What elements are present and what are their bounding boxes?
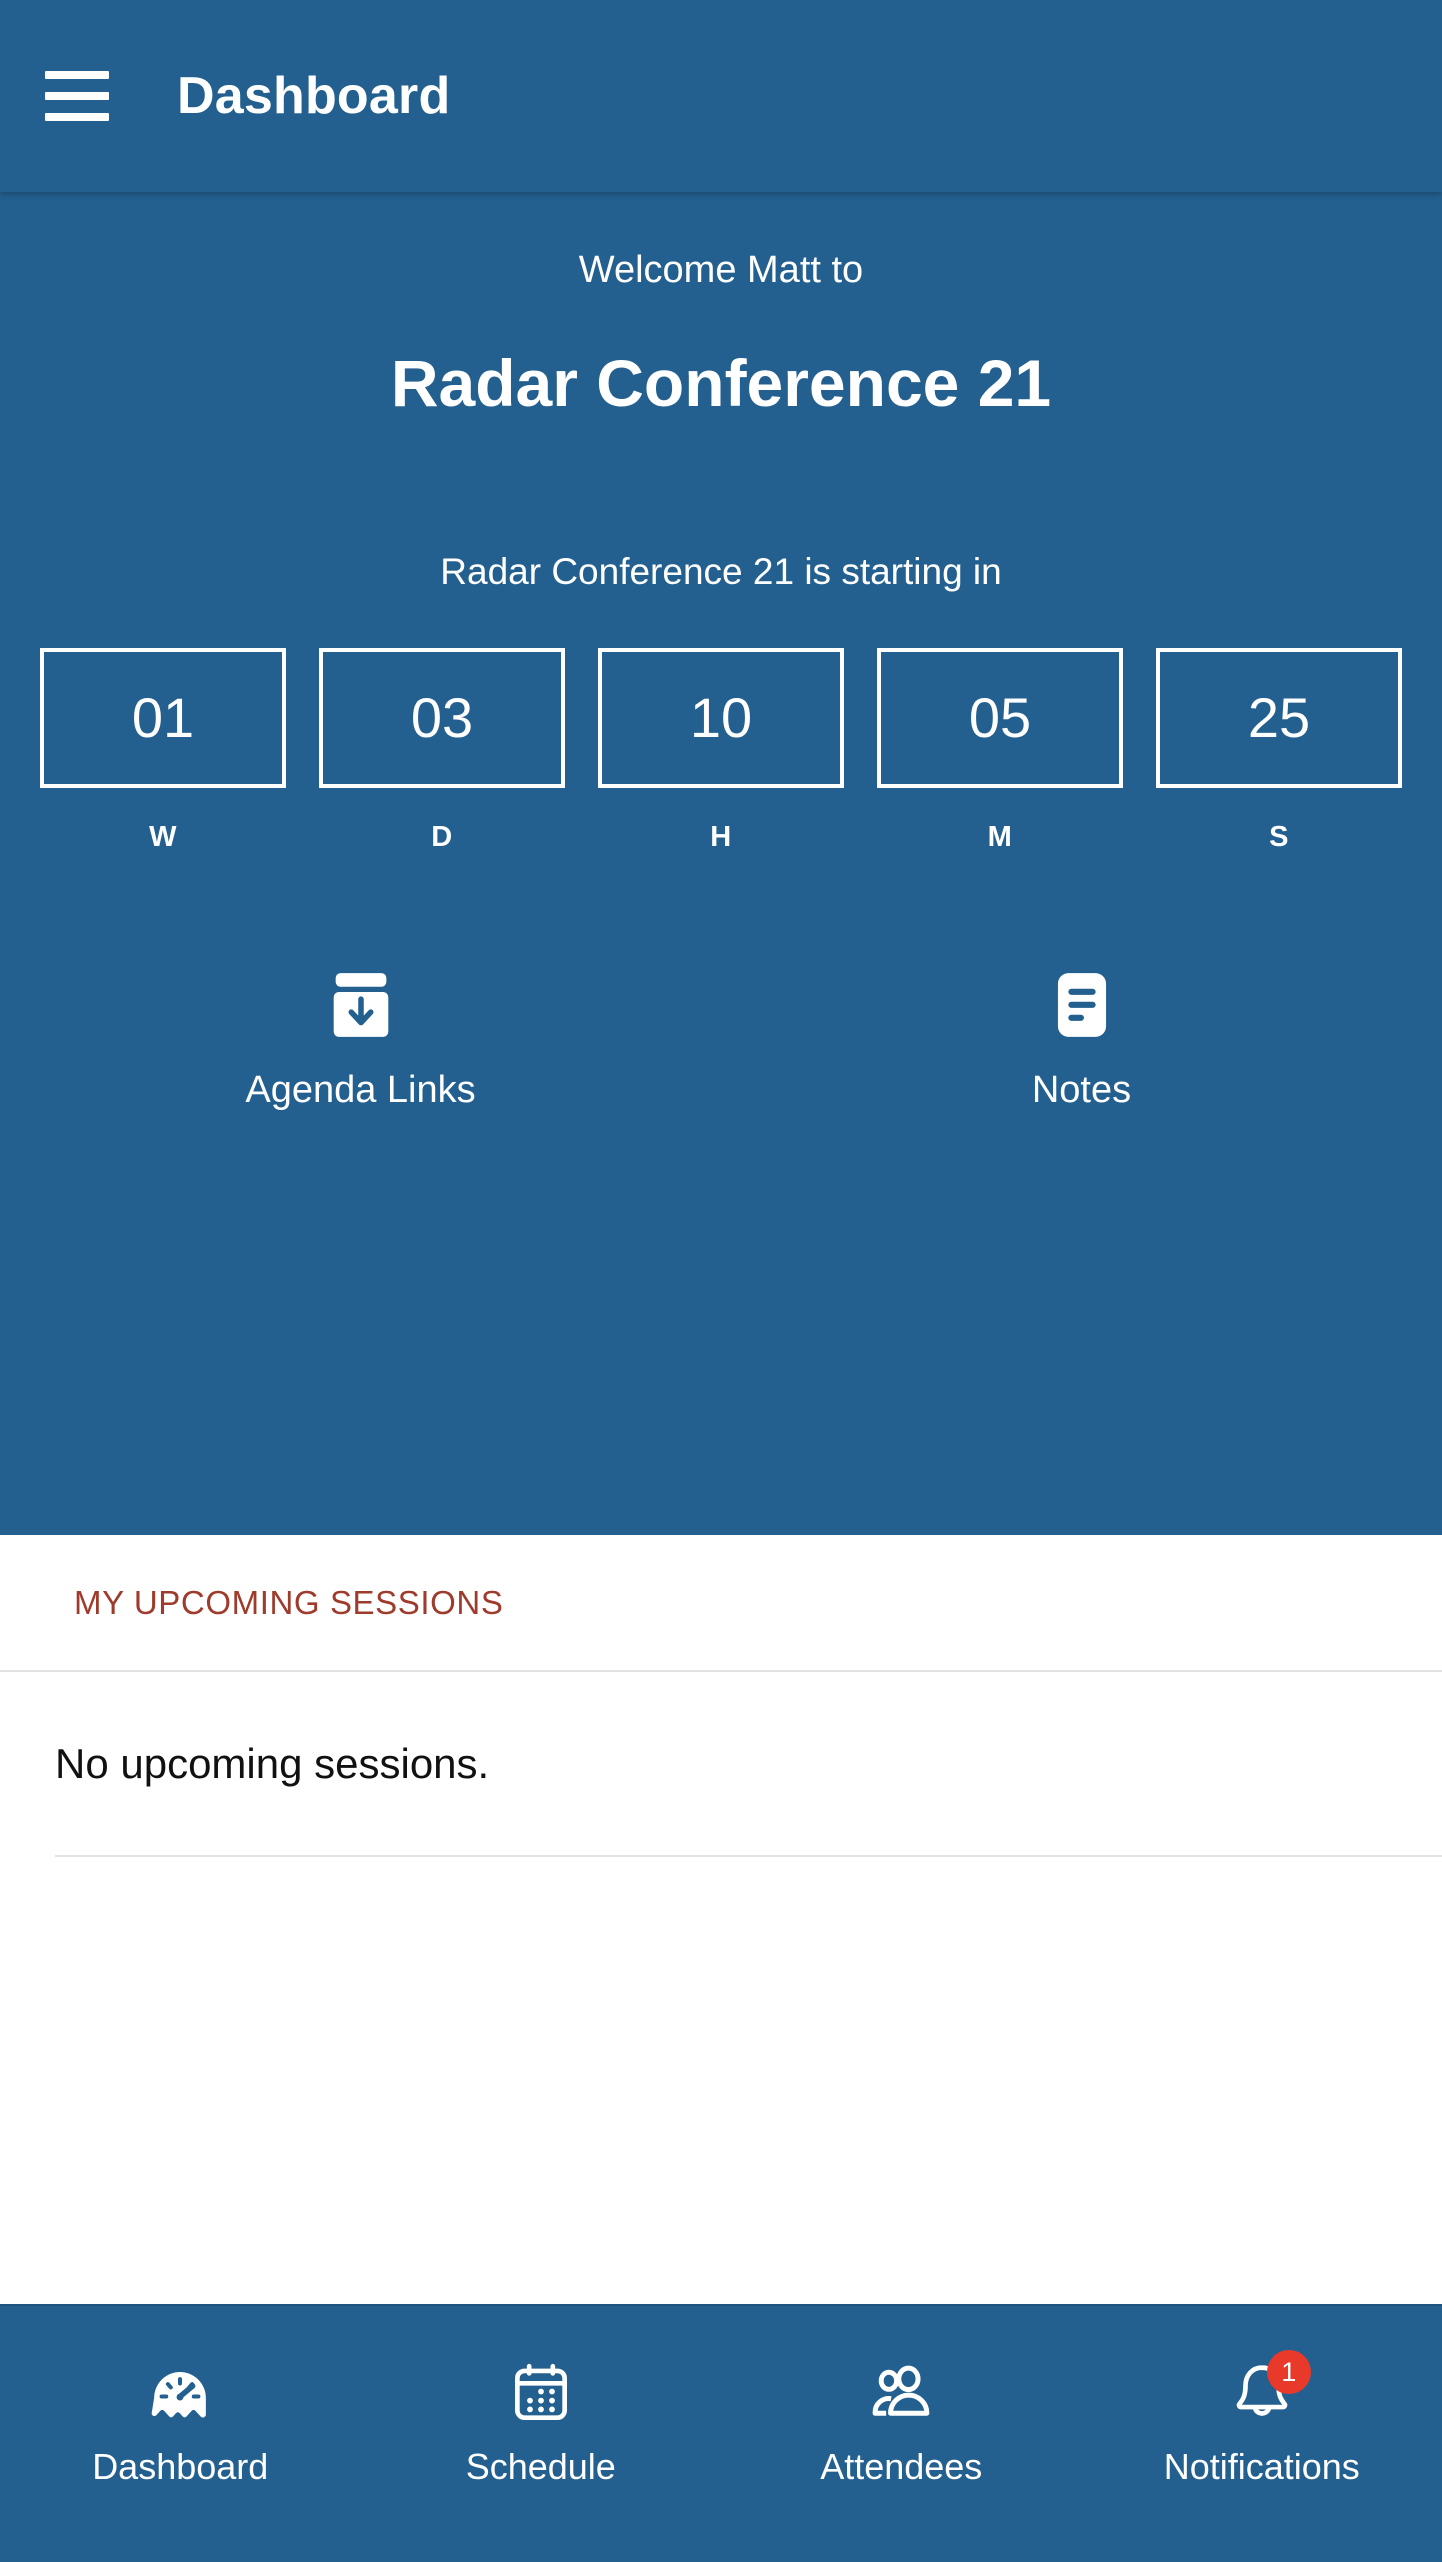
countdown-label-hours: H — [710, 821, 732, 854]
event-title: Radar Conference 21 — [390, 345, 1052, 420]
bottom-navigation: Dashboard Schedule Attendees 1 Notificat… — [0, 2304, 1442, 2562]
sessions-section-header: MY UPCOMING SESSIONS — [0, 1535, 1442, 1670]
nav-label-dashboard: Dashboard — [92, 2446, 269, 2487]
countdown-label-minutes: M — [987, 821, 1013, 854]
countdown-cell-seconds: 25 S — [1156, 648, 1402, 854]
notifications-badge: 1 — [1266, 2350, 1311, 2394]
quick-links: Agenda Links Notes — [0, 966, 1442, 1112]
countdown-value-seconds: 25 — [1247, 686, 1311, 750]
calendar-icon — [514, 2363, 567, 2420]
nav-icon-wrap-notifications: 1 — [1219, 2350, 1311, 2430]
countdown-label-weeks: W — [149, 821, 177, 854]
nav-item-schedule[interactable]: Schedule — [361, 2306, 722, 2562]
sessions-section-title: MY UPCOMING SESSIONS — [74, 1584, 504, 1621]
nav-icon-wrap-dashboard — [137, 2358, 223, 2430]
nav-icon-wrap-schedule — [498, 2358, 584, 2430]
countdown-value-minutes: 05 — [968, 686, 1032, 750]
nav-label-schedule: Schedule — [465, 2446, 616, 2487]
quick-link-notes[interactable]: Notes — [721, 966, 1442, 1112]
countdown-box-minutes: 05 — [877, 648, 1123, 789]
countdown-cell-minutes: 05 M — [877, 648, 1123, 854]
app-root: Dashboard Welcome Matt to Radar Conferen… — [0, 0, 1442, 2562]
countdown-box-hours: 10 — [598, 648, 844, 789]
menu-bar-2 — [45, 92, 109, 100]
nav-item-dashboard[interactable]: Dashboard — [0, 2306, 361, 2562]
countdown-box-weeks: 01 — [40, 648, 286, 789]
countdown-cell-days: 03 D — [319, 648, 565, 854]
nav-label-notifications: Notifications — [1163, 2446, 1360, 2487]
countdown-value-days: 03 — [410, 686, 474, 750]
countdown-label-seconds: S — [1269, 821, 1289, 854]
document-lines-icon — [1057, 973, 1106, 1038]
page-title: Dashboard — [177, 67, 451, 125]
countdown-label-days: D — [431, 821, 453, 854]
archive-download-icon — [333, 973, 388, 1038]
sessions-empty-row: No upcoming sessions. — [0, 1672, 1442, 1855]
sessions-empty-text: No upcoming sessions. — [55, 1739, 490, 1787]
quick-link-label-agenda-links: Agenda Links — [245, 1069, 476, 1112]
nav-item-attendees[interactable]: Attendees — [721, 2306, 1082, 2562]
countdown-box-days: 03 — [319, 648, 565, 789]
welcome-text: Welcome Matt to — [578, 249, 864, 291]
hamburger-menu-icon[interactable] — [45, 64, 109, 128]
hero-section: Welcome Matt to Radar Conference 21 Rada… — [0, 192, 1442, 1535]
app-bar: Dashboard — [0, 0, 1442, 192]
quick-link-label-notes: Notes — [1031, 1069, 1132, 1112]
menu-bar-3 — [45, 113, 109, 121]
countdown-intro: Radar Conference 21 is starting in — [440, 551, 1002, 593]
quick-link-agenda-links[interactable]: Agenda Links — [0, 966, 721, 1112]
countdown-value-weeks: 01 — [131, 686, 195, 750]
countdown-cell-weeks: 01 W — [40, 648, 286, 854]
countdown-box-seconds: 25 — [1156, 648, 1402, 789]
sessions-section: MY UPCOMING SESSIONS No upcoming session… — [0, 1535, 1442, 2304]
countdown-timer: 01 W 03 D 10 H 05 M 25 S — [40, 648, 1402, 854]
nav-label-attendees: Attendees — [820, 2446, 983, 2487]
people-icon — [872, 2365, 930, 2416]
content-filler — [0, 1857, 1442, 2304]
countdown-value-hours: 10 — [689, 686, 753, 750]
nav-icon-wrap-attendees — [858, 2358, 944, 2430]
gauge-icon — [151, 2372, 207, 2418]
countdown-cell-hours: 10 H — [598, 648, 844, 854]
nav-item-notifications[interactable]: 1 Notifications — [1082, 2306, 1442, 2562]
menu-bar-1 — [45, 71, 109, 79]
